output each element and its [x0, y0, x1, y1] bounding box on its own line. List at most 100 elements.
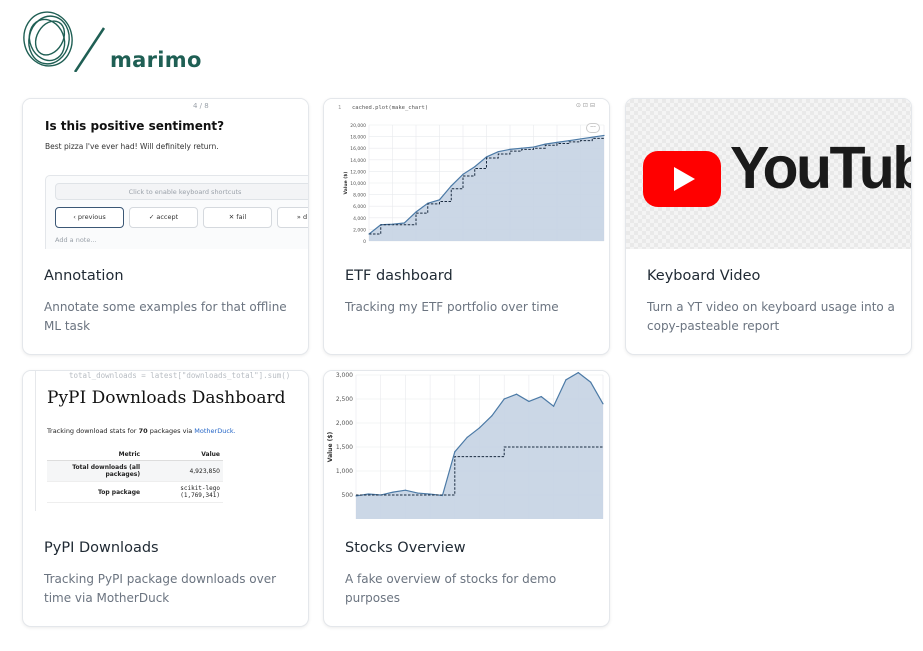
- y-tick-label: 2,000: [353, 227, 366, 233]
- subtitle-middle: packages via: [149, 427, 193, 435]
- data-point: [565, 379, 567, 381]
- card-keyboard-video[interactable]: YouTube Keyboard Video Turn a YT video o…: [625, 98, 912, 355]
- note-input: Add a note...: [55, 236, 97, 244]
- fail-button: ✕ fail: [203, 207, 272, 228]
- card-title: Keyboard Video: [647, 268, 761, 284]
- data-point: [441, 494, 444, 497]
- metrics-table: Metric Value Total downloads (all packag…: [47, 449, 223, 503]
- card-thumbnail: total_downloads = latest["downloads_tota…: [23, 371, 308, 521]
- data-point: [454, 451, 456, 453]
- card-title: Stocks Overview: [345, 540, 466, 556]
- table-cell: 4,923,850: [143, 460, 223, 482]
- y-tick-label: 8,000: [353, 193, 366, 199]
- data-point: [474, 166, 476, 168]
- data-point: [462, 173, 464, 175]
- data-point: [478, 427, 481, 429]
- data-point: [380, 224, 382, 226]
- data-point: [404, 489, 406, 491]
- dashboard-heading: PyPI Downloads Dashboard: [47, 388, 286, 408]
- code-line-number: 1: [338, 105, 342, 111]
- subtitle-prefix: Tracking download stats for: [47, 427, 137, 435]
- data-point: [556, 141, 558, 143]
- card-pypi-downloads[interactable]: total_downloads = latest["downloads_tota…: [22, 370, 309, 627]
- previous-button: ‹ previous: [55, 207, 124, 228]
- data-point: [540, 396, 542, 398]
- y-tick-label: 18,000: [350, 135, 366, 141]
- data-point: [591, 136, 593, 138]
- y-tick-label: 2,500: [336, 396, 353, 403]
- cell-toolbar-icons: ⊙⊡⊟: [575, 102, 597, 109]
- data-point: [367, 493, 369, 495]
- data-point: [485, 156, 488, 158]
- card-thumbnail: 1 cached.plot(make_chart) ⊙⊡⊟ ··· 0 2,000…: [324, 99, 609, 249]
- y-tick-label: 4,000: [353, 216, 366, 222]
- card-description: Tracking PyPI package downloads over tim…: [44, 572, 277, 605]
- keyboard-shortcuts-bar: Click to enable keyboard shortcuts: [55, 183, 308, 200]
- card-stocks-overview[interactable]: 500 1,000 1,500 2,000 2,500 3,000 Value ($) St…: [323, 370, 610, 627]
- dashboard-subtitle: Tracking download stats for 70 packages …: [47, 427, 236, 435]
- data-point: [392, 491, 394, 493]
- marimo-logo[interactable]: marimo: [20, 10, 210, 72]
- table-header-metric: Metric: [47, 449, 144, 461]
- data-point: [577, 372, 579, 374]
- y-axis-label: Value ($): [343, 172, 349, 195]
- y-tick-label: 3,000: [336, 372, 353, 379]
- card-thumbnail: 4 / 8 Is this positive sentiment? Best p…: [23, 99, 308, 249]
- table-cell: Total downloads (all packages): [47, 460, 144, 482]
- table-row: Top package scikit-lego (1,769,341): [47, 481, 223, 503]
- data-point: [515, 393, 518, 395]
- code-cell: total_downloads = latest["downloads_tota…: [69, 371, 291, 380]
- next-button: » d: [277, 207, 308, 228]
- card-description: Annotate some examples for that offline …: [44, 300, 287, 333]
- y-tick-label: 500: [342, 492, 354, 499]
- data-point: [544, 143, 546, 145]
- data-point: [568, 140, 570, 142]
- data-point: [403, 222, 405, 224]
- card-thumbnail: YouTube: [626, 99, 911, 249]
- data-point: [429, 493, 431, 495]
- accept-button: ✓ accept: [129, 207, 198, 228]
- data-point: [466, 436, 468, 438]
- annotation-text: Best pizza I've ever had! Will definitel…: [45, 142, 219, 151]
- y-tick-label: 6,000: [353, 204, 366, 210]
- card-description: A fake overview of stocks for demo purpo…: [345, 572, 557, 605]
- data-point: [602, 403, 604, 405]
- annotation-counter: 4 / 8: [193, 102, 209, 110]
- package-count: 70: [138, 427, 148, 435]
- data-point: [438, 199, 441, 201]
- data-point: [503, 398, 505, 400]
- data-point: [368, 233, 370, 235]
- y-tick-label: 16,000: [350, 146, 366, 152]
- y-tick-label: 10,000: [350, 181, 366, 187]
- table-cell: scikit-lego (1,769,341): [143, 481, 223, 503]
- youtube-wordmark: YouTube: [730, 135, 911, 201]
- data-point: [417, 492, 419, 494]
- table-header-value: Value: [143, 449, 223, 461]
- y-axis-label: Value ($): [327, 431, 334, 462]
- card-annotation[interactable]: 4 / 8 Is this positive sentiment? Best p…: [22, 98, 309, 355]
- y-tick-label: 1,500: [336, 444, 353, 451]
- card-description: Tracking my ETF portfolio over time: [345, 300, 559, 314]
- data-point: [450, 185, 452, 187]
- code-cell: cached.plot(make_chart): [352, 105, 429, 111]
- marimo-spiral-icon: [23, 11, 106, 72]
- data-point: [415, 211, 417, 213]
- y-tick-label: 12,000: [350, 169, 366, 175]
- table-row: Total downloads (all packages) 4,923,850: [47, 460, 223, 482]
- annotation-question: Is this positive sentiment?: [45, 119, 225, 133]
- card-title: PyPI Downloads: [44, 540, 159, 556]
- data-point: [497, 151, 499, 153]
- cell-gutter: [35, 371, 36, 511]
- data-point: [521, 147, 523, 149]
- card-etf-dashboard[interactable]: 1 cached.plot(make_chart) ⊙⊡⊟ ··· 0 2,000…: [323, 98, 610, 355]
- data-point: [528, 400, 530, 402]
- data-point: [380, 494, 382, 496]
- card-title: ETF dashboard: [345, 268, 453, 284]
- y-tick-label: 2,000: [336, 420, 353, 427]
- y-tick-label: 14,000: [350, 158, 366, 164]
- marimo-wordmark: marimo: [110, 48, 202, 72]
- data-point: [553, 405, 555, 407]
- data-point: [427, 202, 429, 204]
- y-tick-label: 20,000: [350, 123, 366, 129]
- data-point: [590, 381, 592, 383]
